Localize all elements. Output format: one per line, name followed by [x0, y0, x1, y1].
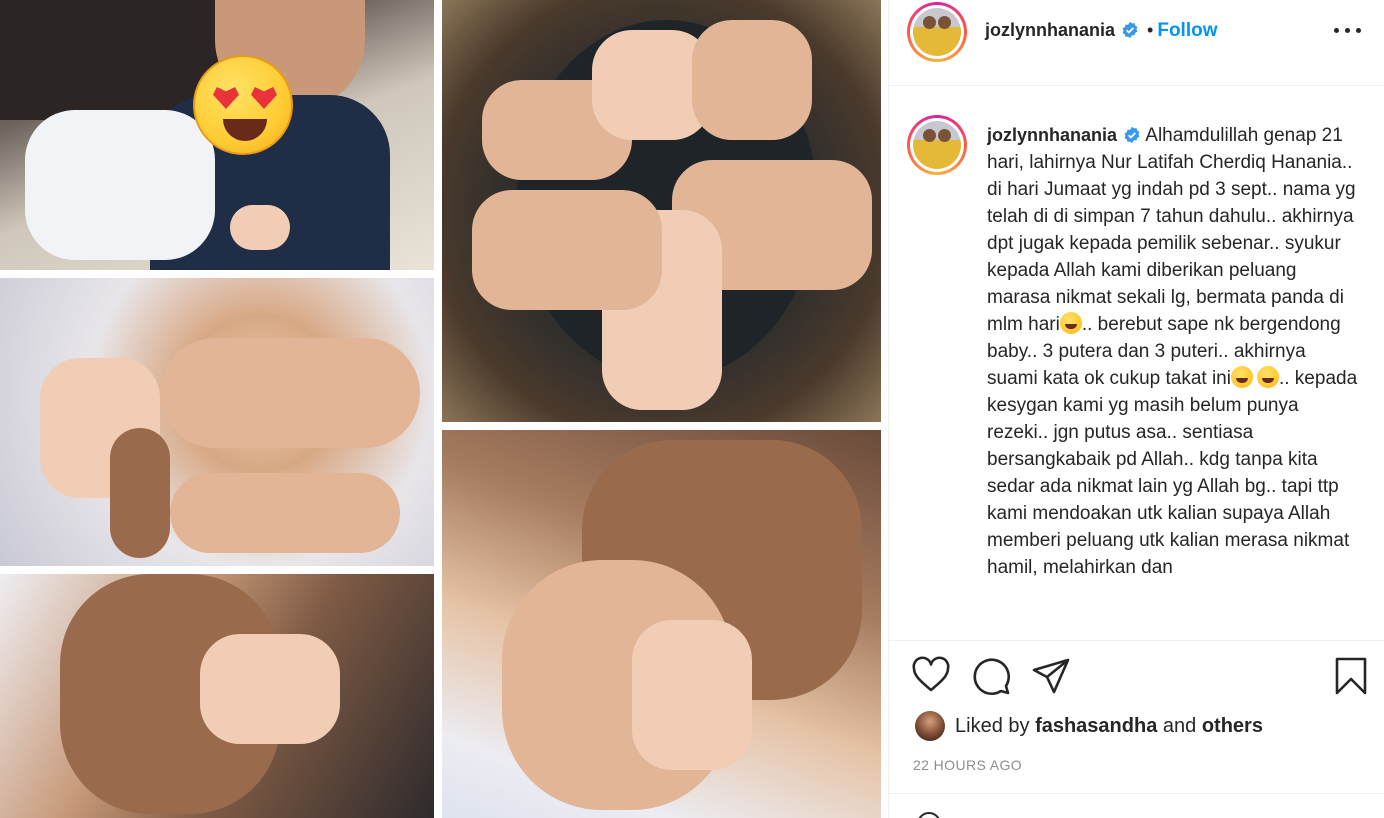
- verified-badge-icon: [1122, 21, 1138, 39]
- adult-finger: [110, 428, 170, 558]
- heart-icon[interactable]: [911, 656, 951, 696]
- baby-hand: [632, 620, 752, 770]
- post-media-collage[interactable]: [0, 0, 888, 818]
- rofl-emoji-icon: [1059, 312, 1082, 334]
- divider: [889, 793, 1384, 794]
- and-label: and: [1162, 714, 1197, 737]
- caption-avatar[interactable]: [907, 115, 967, 175]
- hand: [692, 20, 812, 140]
- photo-adult-hand-holding-baby-fist: [0, 574, 434, 818]
- username-link[interactable]: jozlynnhanania: [985, 20, 1115, 40]
- baby-hand: [230, 205, 290, 250]
- liked-by-row: Liked by fashasandha and others: [915, 710, 1263, 742]
- baby-blanket: [25, 110, 215, 260]
- photo-adult-fingers-and-baby-hand: [442, 430, 881, 818]
- liker-avatar[interactable]: [915, 711, 945, 741]
- liked-by-label: Liked by: [955, 714, 1030, 737]
- child-hand: [170, 473, 400, 553]
- caption-text-part-1: Alhamdulillah genap 21 hari, lahirnya Nu…: [987, 125, 1356, 335]
- separator-dot: •: [1147, 20, 1154, 40]
- header-user-line: jozlynnhanania • Follow: [985, 20, 1218, 42]
- heart-eyes-emoji-sticker: [193, 55, 293, 155]
- bookmark-icon[interactable]: [1331, 656, 1371, 696]
- child-hand: [160, 338, 420, 448]
- comment-icon[interactable]: [971, 656, 1011, 696]
- post-caption: jozlynnhanania Alhamdulillah genap 21 ha…: [987, 122, 1359, 634]
- verified-badge-icon: [1124, 126, 1140, 144]
- caption-username-link[interactable]: jozlynnhanania: [987, 125, 1117, 145]
- hand: [472, 190, 662, 310]
- rofl-emoji-icon: [1230, 366, 1253, 388]
- photo-family-hands-on-cushion: [442, 0, 881, 422]
- smiling-halo-emoji-icon: [1256, 366, 1279, 388]
- avatar[interactable]: [907, 2, 967, 62]
- post-side-panel: jozlynnhanania • Follow jozlynnhanania Alh…: [888, 0, 1384, 818]
- others-likes-link[interactable]: others: [1202, 715, 1263, 738]
- emoji-picker-icon[interactable]: [917, 812, 941, 818]
- paper-plane-icon[interactable]: [1031, 656, 1071, 696]
- photo-father-holding-baby: [0, 0, 434, 270]
- post-header: jozlynnhanania • Follow: [889, 0, 1384, 86]
- post-timestamp[interactable]: 22 HOURS AGO: [913, 757, 1022, 773]
- liker-username-link[interactable]: fashasandha: [1035, 715, 1157, 738]
- more-options-icon[interactable]: [1333, 18, 1365, 42]
- caption-text-part-3: .. kepada kesygan kami yg masih belum pu…: [987, 368, 1358, 578]
- follow-button[interactable]: Follow: [1157, 20, 1217, 41]
- baby-fist: [200, 634, 340, 744]
- divider: [889, 640, 1384, 641]
- photo-baby-hand-holding-finger: [0, 278, 434, 566]
